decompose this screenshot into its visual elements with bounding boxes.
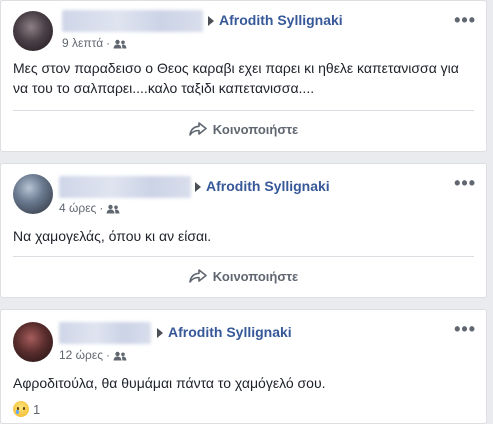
divider xyxy=(13,110,474,111)
more-options-icon[interactable]: ••• xyxy=(454,174,476,192)
target-profile-link[interactable]: Afrodith Syllignaki xyxy=(206,178,330,194)
post-timestamp[interactable]: 12 ώρες xyxy=(59,348,103,362)
post-text: Αφροδιτούλα, θα θυμάμαι πάντα το χαμόγελ… xyxy=(13,375,326,391)
divider xyxy=(13,256,474,257)
avatar[interactable] xyxy=(13,174,53,214)
arrow-right-icon xyxy=(208,16,214,26)
share-label: Κοινοποιήστε xyxy=(212,268,299,284)
blurred-author-name[interactable] xyxy=(59,176,191,198)
post-timestamp[interactable]: 9 λεπτά xyxy=(62,36,103,50)
post-meta: 4 ώρες · xyxy=(59,201,120,215)
post-meta: 12 ώρες · xyxy=(59,348,127,362)
friends-icon[interactable] xyxy=(113,351,127,361)
post-card: Afrodith Syllignaki 9 λεπτά · ••• Μες στο… xyxy=(0,0,487,152)
share-label: Κοινοποιήστε xyxy=(212,121,299,137)
target-profile-link[interactable]: Afrodith Syllignaki xyxy=(168,324,292,340)
post-text: Να χαμογελάς, όπου κι αν είσαι. xyxy=(13,228,212,244)
reaction-summary[interactable]: 1 xyxy=(13,401,40,417)
arrow-right-icon xyxy=(195,182,201,192)
blurred-author-name[interactable] xyxy=(59,322,151,344)
share-icon xyxy=(188,269,207,283)
post-card: Afrodith Syllignaki 4 ώρες · ••• Να χαμογ… xyxy=(0,163,487,298)
post-timestamp[interactable]: 4 ώρες xyxy=(59,201,96,215)
arrow-right-icon xyxy=(157,328,163,338)
share-icon xyxy=(188,122,207,136)
post-meta: 9 λεπτά · xyxy=(62,36,127,50)
friends-icon[interactable] xyxy=(113,39,127,49)
share-button[interactable]: Κοινοποιήστε xyxy=(1,260,486,292)
more-options-icon[interactable]: ••• xyxy=(454,320,476,338)
reaction-count: 1 xyxy=(33,401,41,417)
more-options-icon[interactable]: ••• xyxy=(454,11,476,29)
blurred-author-name[interactable] xyxy=(62,10,203,32)
friends-icon[interactable] xyxy=(106,204,120,214)
post-card: Afrodith Syllignaki 12 ώρες · ••• Αφροδιτ… xyxy=(0,309,487,424)
avatar[interactable] xyxy=(13,11,53,51)
target-profile-link[interactable]: Afrodith Syllignaki xyxy=(219,12,343,28)
avatar[interactable] xyxy=(13,322,53,362)
post-text: Μες στον παραδεισο ο Θεος καραβι εχει πα… xyxy=(13,60,459,96)
share-button[interactable]: Κοινοποιήστε xyxy=(1,113,486,145)
sad-reaction-icon xyxy=(13,401,29,417)
